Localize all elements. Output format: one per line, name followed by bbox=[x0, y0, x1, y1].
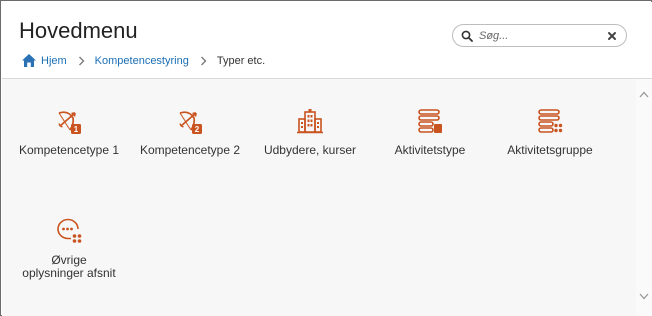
chevron-right-icon bbox=[200, 56, 207, 66]
tile-kompetencetype-1[interactable]: 1 Kompetencetype 1 bbox=[8, 107, 130, 157]
stack-dots-icon bbox=[538, 109, 563, 133]
search-icon bbox=[461, 30, 473, 42]
chevron-up-icon[interactable] bbox=[639, 91, 649, 98]
chat-dots-icon bbox=[57, 218, 82, 243]
menu-grid: 1 Kompetencetype 1 2 Kompetencetype 2 Ud… bbox=[2, 79, 636, 316]
tile-label: Kompetencetype 1 bbox=[18, 143, 120, 157]
tile-aktivitetsgruppe[interactable]: Aktivitetsgruppe bbox=[489, 107, 611, 157]
tile-label: Aktivitetsgruppe bbox=[507, 143, 593, 157]
breadcrumb-home-label: Hjem bbox=[41, 54, 67, 67]
tile-aktivitetstype[interactable]: Aktivitetstype bbox=[369, 107, 491, 157]
tile-label: Udbydere, kurser bbox=[263, 143, 357, 157]
bow-arrow-1-icon: 1 bbox=[58, 111, 81, 134]
page-header: Hovedmenu Hjem Kompetencestyring Typer e… bbox=[2, 2, 652, 78]
tile-label: Kompetencetype 2 bbox=[139, 143, 241, 157]
home-icon bbox=[22, 54, 36, 67]
tile-label: Aktivitetstype bbox=[394, 143, 466, 157]
buildings-icon bbox=[297, 109, 323, 134]
search-input[interactable] bbox=[479, 29, 599, 42]
breadcrumb: Hjem Kompetencestyring Typer etc. bbox=[21, 53, 265, 68]
stack-tag-icon bbox=[418, 109, 442, 133]
tile-ovrige-oplysninger-afsnit[interactable]: Øvrige oplysninger afsnit bbox=[8, 217, 130, 280]
chevron-right-icon bbox=[78, 56, 85, 66]
page-title: Hovedmenu bbox=[19, 18, 138, 43]
search-box bbox=[452, 24, 627, 47]
app-window: Hovedmenu Hjem Kompetencestyring Typer e… bbox=[0, 0, 652, 316]
tile-kompetencetype-2[interactable]: 2 Kompetencetype 2 bbox=[129, 107, 251, 157]
svg-text:2: 2 bbox=[195, 125, 200, 134]
svg-text:1: 1 bbox=[74, 125, 79, 134]
breadcrumb-home[interactable]: Hjem bbox=[21, 53, 67, 68]
clear-icon[interactable] bbox=[607, 31, 617, 41]
tile-label: Øvrige oplysninger afsnit bbox=[22, 253, 116, 280]
bow-arrow-2-icon: 2 bbox=[179, 111, 202, 134]
chevron-down-icon[interactable] bbox=[639, 293, 649, 300]
vertical-scrollbar[interactable] bbox=[636, 79, 652, 316]
breadcrumb-item-kompetencestyring[interactable]: Kompetencestyring bbox=[95, 55, 189, 67]
tile-udbydere-kurser[interactable]: Udbydere, kurser bbox=[249, 107, 371, 157]
breadcrumb-current: Typer etc. bbox=[216, 54, 266, 67]
